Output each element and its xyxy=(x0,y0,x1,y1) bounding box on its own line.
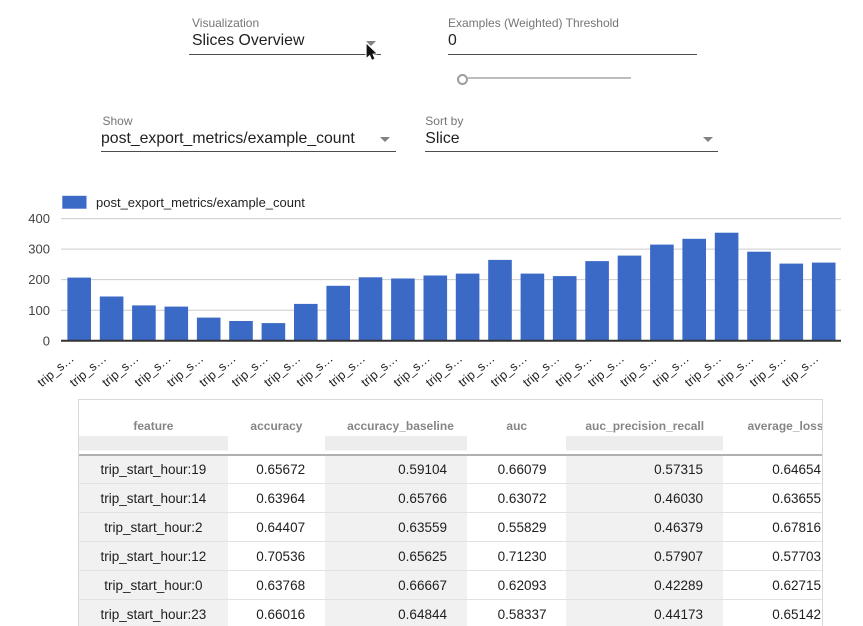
svg-text:trip_s…: trip_s… xyxy=(779,351,821,389)
svg-text:post_export_metrics/example_co: post_export_metrics/example_count xyxy=(96,195,305,210)
svg-text:400: 400 xyxy=(28,211,50,226)
svg-text:300: 300 xyxy=(28,242,50,257)
svg-text:100: 100 xyxy=(28,303,50,318)
svg-text:200: 200 xyxy=(28,272,50,287)
svg-text:0: 0 xyxy=(43,333,50,348)
